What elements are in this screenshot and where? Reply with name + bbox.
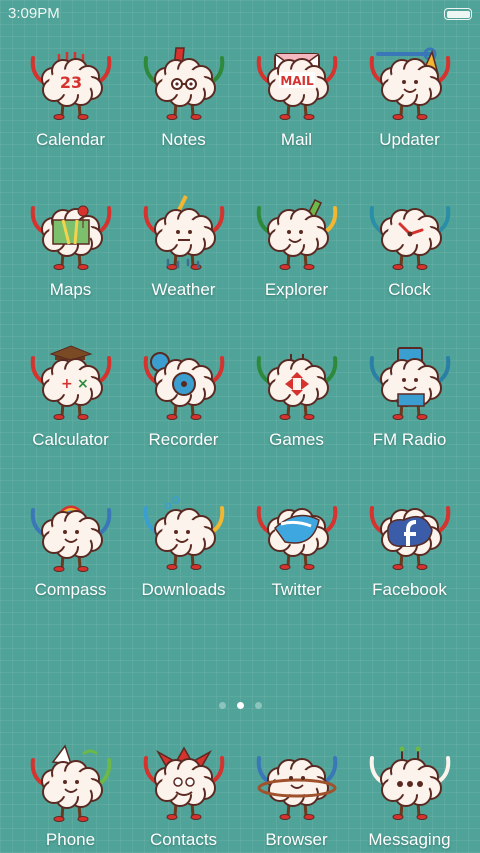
compass-icon bbox=[25, 490, 117, 578]
page-dot[interactable] bbox=[236, 702, 244, 709]
app-explorer[interactable]: Explorer bbox=[240, 190, 353, 300]
app-label: Calculator bbox=[32, 430, 109, 449]
app-browser[interactable]: Browser bbox=[240, 740, 353, 850]
app-label: FM Radio bbox=[372, 430, 447, 449]
page-dot[interactable] bbox=[218, 702, 226, 709]
calculator-icon: + × bbox=[25, 340, 117, 428]
app-label: Weather bbox=[151, 280, 216, 299]
app-mail[interactable]: MAIL Mail bbox=[240, 40, 353, 150]
app-label: Compass bbox=[34, 580, 107, 599]
battery-icon bbox=[444, 8, 472, 20]
maps-icon bbox=[25, 190, 117, 278]
app-label: Explorer bbox=[264, 280, 329, 299]
page-indicator bbox=[0, 702, 480, 709]
app-label: Contacts bbox=[149, 830, 218, 849]
notes-icon bbox=[138, 40, 230, 128]
app-label: Twitter bbox=[271, 580, 322, 599]
app-messaging[interactable]: Messaging bbox=[353, 740, 466, 850]
app-fm-radio[interactable]: FM Radio bbox=[353, 340, 466, 450]
recorder-icon bbox=[138, 340, 230, 428]
app-label: Messaging bbox=[368, 830, 451, 849]
phone-icon bbox=[25, 740, 117, 828]
app-label: Clock bbox=[388, 280, 431, 299]
app-label: Downloads bbox=[141, 580, 226, 599]
status-bar: 3:09PM bbox=[0, 0, 480, 28]
app-label: Facebook bbox=[372, 580, 447, 599]
app-calculator[interactable]: + × Calculator bbox=[14, 340, 127, 450]
app-updater[interactable]: Updater bbox=[353, 40, 466, 150]
app-downloads[interactable]: Downloads bbox=[127, 490, 240, 600]
app-label: Updater bbox=[379, 130, 440, 149]
app-facebook[interactable]: Facebook bbox=[353, 490, 466, 600]
app-label: Mail bbox=[280, 130, 313, 149]
app-label: Phone bbox=[45, 830, 96, 849]
app-label: Notes bbox=[161, 130, 206, 149]
app-maps[interactable]: Maps bbox=[14, 190, 127, 300]
contacts-icon bbox=[138, 740, 230, 828]
calendar-icon: 23 bbox=[25, 40, 117, 128]
app-recorder[interactable]: Recorder bbox=[127, 340, 240, 450]
page-dot[interactable] bbox=[254, 702, 262, 709]
status-time: 3:09PM bbox=[8, 5, 60, 22]
browser-icon bbox=[251, 740, 343, 828]
updater-icon bbox=[364, 40, 456, 128]
app-compass[interactable]: Compass bbox=[14, 490, 127, 600]
svg-text:23: 23 bbox=[59, 73, 81, 92]
app-weather[interactable]: Weather bbox=[127, 190, 240, 300]
explorer-icon bbox=[251, 190, 343, 278]
app-clock[interactable]: Clock bbox=[353, 190, 466, 300]
svg-text:MAIL: MAIL bbox=[280, 74, 314, 88]
app-label: Browser bbox=[265, 830, 328, 849]
app-grid: 23 Calendar Notes MAIL Mail Updater Maps W… bbox=[14, 40, 466, 600]
dock: Phone Contacts Browser Messaging bbox=[14, 740, 466, 850]
app-calendar[interactable]: 23 Calendar bbox=[14, 40, 127, 150]
app-label: Recorder bbox=[148, 430, 219, 449]
app-contacts[interactable]: Contacts bbox=[127, 740, 240, 850]
app-notes[interactable]: Notes bbox=[127, 40, 240, 150]
downloads-icon bbox=[138, 490, 230, 578]
svg-text:×: × bbox=[77, 376, 89, 392]
messaging-icon bbox=[364, 740, 456, 828]
app-twitter[interactable]: Twitter bbox=[240, 490, 353, 600]
app-label: Calendar bbox=[36, 130, 105, 149]
twitter-icon bbox=[251, 490, 343, 578]
clock-icon bbox=[364, 190, 456, 278]
app-label: Maps bbox=[49, 280, 92, 299]
fm-radio-icon bbox=[364, 340, 456, 428]
facebook-icon bbox=[364, 490, 456, 578]
svg-text:+: + bbox=[61, 376, 73, 392]
battery-level bbox=[446, 10, 470, 18]
mail-icon: MAIL bbox=[251, 40, 343, 128]
app-phone[interactable]: Phone bbox=[14, 740, 127, 850]
games-icon bbox=[251, 340, 343, 428]
app-games[interactable]: Games bbox=[240, 340, 353, 450]
app-label: Games bbox=[269, 430, 324, 449]
weather-icon bbox=[138, 190, 230, 278]
